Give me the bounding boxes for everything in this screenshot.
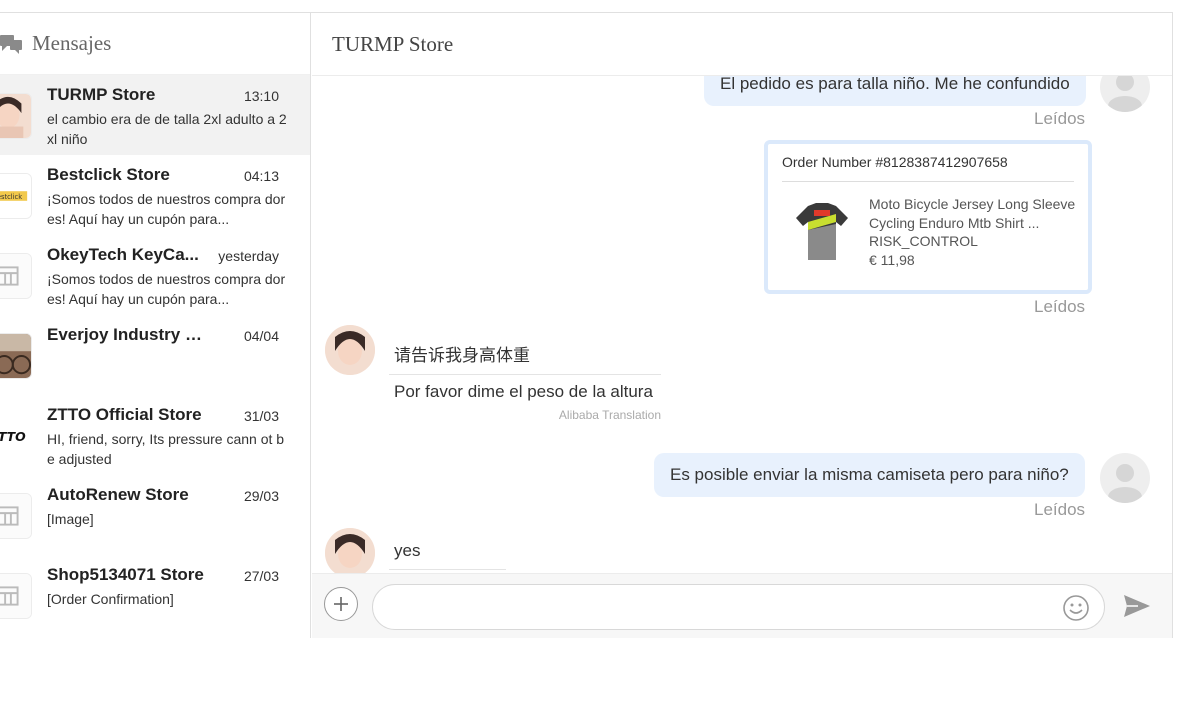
store-default-avatar: [0, 573, 32, 619]
conversation-time: 13:10: [243, 88, 279, 104]
conversation-item-autorenew[interactable]: AutoRenew Store 29/03 [Image]: [0, 475, 310, 555]
outgoing-message: Es posible enviar la misma camiseta pero…: [654, 453, 1085, 497]
conversation-time: 29/03: [243, 488, 279, 504]
conversation-preview: [Order Confirmation]: [47, 591, 174, 607]
message-composer: [312, 573, 1172, 638]
conversation-item-everjoy[interactable]: Everjoy Industry Co.,... 04/04: [0, 315, 310, 395]
seller-avatar: [325, 528, 375, 573]
conversation-preview: el cambio era de de talla 2xl adulto a 2…: [47, 111, 287, 147]
conversation-item-ztto[interactable]: ZTTO ZTTO Official Store 31/03 HI, frien…: [0, 395, 310, 475]
message-list[interactable]: El pedido es para talla niño. Me he conf…: [312, 76, 1172, 573]
emoji-icon: [1063, 595, 1089, 621]
store-avatar: ZTTO: [0, 413, 32, 459]
store-default-avatar: [0, 253, 32, 299]
seller-avatar: [325, 325, 375, 375]
conversation-name: OkeyTech KeyCa...: [47, 245, 199, 264]
conversation-preview: ¡Somos todos de nuestros compra dores! A…: [47, 271, 286, 307]
outgoing-message: El pedido es para talla niño. Me he conf…: [704, 76, 1086, 106]
read-status: Leídos: [1034, 297, 1086, 316]
incoming-message: 请告诉我身高体重 Por favor dime el peso de la al…: [389, 332, 661, 422]
message-translation: Por favor dime el peso de la altura: [394, 382, 653, 401]
product-title: Moto Bicycle Jersey Long Sleeve Cycling …: [869, 196, 1076, 231]
order-divider: [782, 181, 1074, 182]
conversation-item-okeytech[interactable]: OkeyTech KeyCa... yesterday ¡Somos todos…: [0, 235, 310, 315]
conversation-name: TURMP Store: [47, 85, 156, 104]
message-original: yes: [389, 532, 506, 570]
conversation-time: 31/03: [243, 408, 279, 424]
product-image: [794, 200, 850, 264]
conversation-name: Bestclick Store: [47, 165, 170, 184]
sidebar-title: Mensajes: [32, 31, 112, 55]
messenger-window: Mensajes TURMP Store 13:10 el cambio era…: [0, 12, 1173, 638]
sidebar-header: Mensajes: [0, 13, 310, 75]
add-attachment-button[interactable]: [324, 587, 358, 621]
store-avatar: [0, 333, 32, 379]
conversation-time: 04:13: [243, 168, 279, 184]
order-status: RISK_CONTROL: [869, 233, 978, 249]
conversation-name: AutoRenew Store: [47, 485, 189, 504]
conversation-item-turmp-store[interactable]: TURMP Store 13:10 el cambio era de de ta…: [0, 75, 310, 155]
chat-title: TURMP Store: [332, 31, 454, 56]
conversation-preview: HI, friend, sorry, Its pressure cann ot …: [47, 431, 285, 467]
send-icon: [1124, 595, 1150, 617]
send-button[interactable]: [1122, 592, 1152, 620]
conversation-preview: ¡Somos todos de nuestros compra dores! A…: [47, 191, 286, 227]
svg-text:bestclick: bestclick: [0, 193, 22, 201]
translation-tag: Alibaba Translation: [558, 408, 661, 422]
plus-icon: [334, 597, 348, 611]
order-price: € 11,98: [869, 252, 915, 268]
conversation-time: 04/04: [243, 328, 279, 344]
conversation-time: 27/03: [243, 568, 279, 584]
chat-panel: TURMP Store El pedido es para talla niño…: [312, 13, 1172, 638]
conversation-name: ZTTO Official Store: [47, 405, 202, 424]
conversation-time: yesterday: [218, 248, 279, 264]
order-card[interactable]: Order Number #8128387412907658 Moto Bicy…: [764, 140, 1092, 294]
conversation-preview: [Image]: [47, 511, 94, 527]
message-original: 请告诉我身高体重: [389, 332, 661, 375]
user-avatar: [1100, 76, 1150, 112]
svg-text:ZTTO: ZTTO: [0, 429, 26, 444]
conversation-item-bestclick-store[interactable]: bestclick Bestclick Store 04:13 ¡Somos t…: [0, 155, 310, 235]
conversation-sidebar: Mensajes TURMP Store 13:10 el cambio era…: [0, 13, 311, 638]
user-avatar: [1100, 453, 1150, 503]
conversation-item-shop5134071[interactable]: Shop5134071 Store 27/03 [Order Confirmat…: [0, 555, 310, 635]
read-status: Leídos: [1034, 109, 1086, 128]
incoming-message: yes Sí: [389, 532, 506, 573]
store-avatar: bestclick: [0, 173, 32, 219]
chat-bubbles-icon: [0, 33, 22, 55]
conversation-name: Shop5134071 Store: [47, 565, 204, 584]
conversation-name: Everjoy Industry Co.,...: [47, 325, 212, 344]
store-default-avatar: [0, 493, 32, 539]
store-avatar: [0, 93, 32, 139]
emoji-button[interactable]: [1062, 594, 1090, 622]
chat-header: TURMP Store: [312, 13, 1172, 76]
order-number: Order Number #8128387412907658: [782, 154, 1008, 170]
message-input[interactable]: [389, 593, 1049, 621]
read-status: Leídos: [1034, 500, 1086, 519]
message-input-wrapper: [372, 584, 1105, 630]
